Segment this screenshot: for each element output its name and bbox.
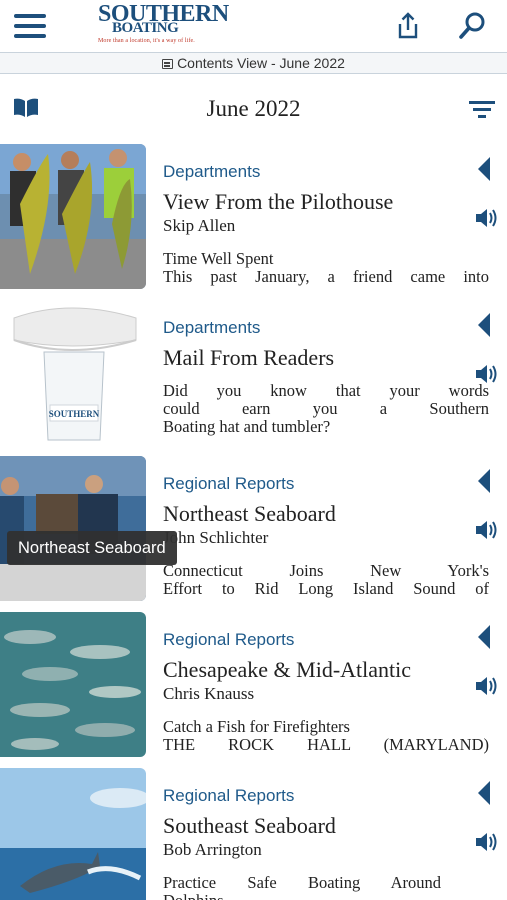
article-title[interactable]: Chesapeake & Mid-Atlantic	[163, 657, 411, 683]
article-author: Bob Arrington	[163, 840, 262, 859]
article-thumbnail[interactable]: SOUTHERN	[0, 300, 146, 445]
article-title[interactable]: View From the Pilothouse	[163, 189, 393, 215]
article-author: Chris Knauss	[163, 684, 255, 703]
article-category: Regional Reports	[163, 786, 295, 805]
article-excerpt: THE ROCK HALL (MARYLAND)	[163, 736, 489, 754]
article-excerpt: Did you know that your words	[163, 382, 489, 400]
article-excerpt: This past January, a friend came into	[163, 268, 489, 286]
article-excerpt: Connecticut Joins New York's	[163, 562, 489, 580]
article-title[interactable]: Mail From Readers	[163, 345, 334, 371]
article-excerpt-heading: Time Well Spent	[163, 250, 274, 268]
speaker-icon[interactable]	[474, 830, 500, 854]
contents-view-icon	[162, 59, 174, 69]
article-item[interactable]: Regional Reports Southeast Seaboard Bob …	[0, 768, 507, 900]
app-bar: SOUTHERN BOATING More than a location, i…	[0, 0, 507, 52]
article-excerpt: could earn you a Southern	[163, 400, 489, 418]
article-thumbnail[interactable]	[0, 144, 146, 289]
article-excerpt: Boating hat and tumbler?	[163, 418, 331, 436]
chevron-left-icon[interactable]	[476, 312, 492, 338]
article-excerpt: Practice Safe Boating Around	[163, 874, 441, 892]
chevron-left-icon[interactable]	[476, 780, 492, 806]
svg-text:SOUTHERN: SOUTHERN	[49, 409, 100, 419]
contents-view-bar: Contents View - June 2022	[0, 52, 507, 74]
chevron-left-icon[interactable]	[476, 468, 492, 494]
article-title[interactable]: Northeast Seaboard	[163, 501, 336, 527]
article-category: Departments	[163, 318, 261, 337]
hamburger-menu-icon[interactable]	[14, 12, 48, 40]
article-thumbnail[interactable]	[0, 456, 146, 601]
logo-tagline: More than a location, it's a way of life…	[98, 38, 195, 44]
article-category: Regional Reports	[163, 630, 295, 649]
article-category: Departments	[163, 162, 261, 181]
speaker-icon[interactable]	[474, 362, 500, 386]
article-item[interactable]: SOUTHERN Departments Mail From Readers D…	[0, 300, 507, 450]
issue-title: June 2022	[206, 96, 301, 121]
chevron-left-icon[interactable]	[476, 156, 492, 182]
search-icon[interactable]	[456, 10, 488, 42]
article-title[interactable]: Southeast Seaboard	[163, 813, 336, 839]
chevron-left-icon[interactable]	[476, 624, 492, 650]
speaker-icon[interactable]	[474, 674, 500, 698]
article-thumbnail[interactable]	[0, 612, 146, 757]
article-excerpt: Effort to Rid Long Island Sound of	[163, 580, 489, 598]
logo[interactable]: SOUTHERN BOATING More than a location, i…	[98, 2, 229, 46]
article-author: John Schlichter	[163, 528, 269, 547]
speaker-icon[interactable]	[474, 206, 500, 230]
filter-icon[interactable]	[468, 98, 496, 120]
article-category: Regional Reports	[163, 474, 295, 493]
contents-view-label: Contents View - June 2022	[177, 55, 345, 71]
article-author: Skip Allen	[163, 216, 236, 235]
article-item[interactable]: Departments View From the Pilothouse Ski…	[0, 144, 507, 294]
issue-header: June 2022	[0, 74, 507, 144]
share-icon[interactable]	[392, 10, 424, 42]
article-excerpt: Dolphins	[163, 892, 489, 900]
article-thumbnail[interactable]	[0, 768, 146, 900]
tooltip: Northeast Seaboard	[7, 531, 177, 565]
article-excerpt-heading: Catch a Fish for Firefighters	[163, 718, 350, 736]
book-icon[interactable]	[12, 96, 40, 120]
speaker-icon[interactable]	[474, 518, 500, 542]
article-item[interactable]: Regional Reports Chesapeake & Mid-Atlant…	[0, 612, 507, 762]
